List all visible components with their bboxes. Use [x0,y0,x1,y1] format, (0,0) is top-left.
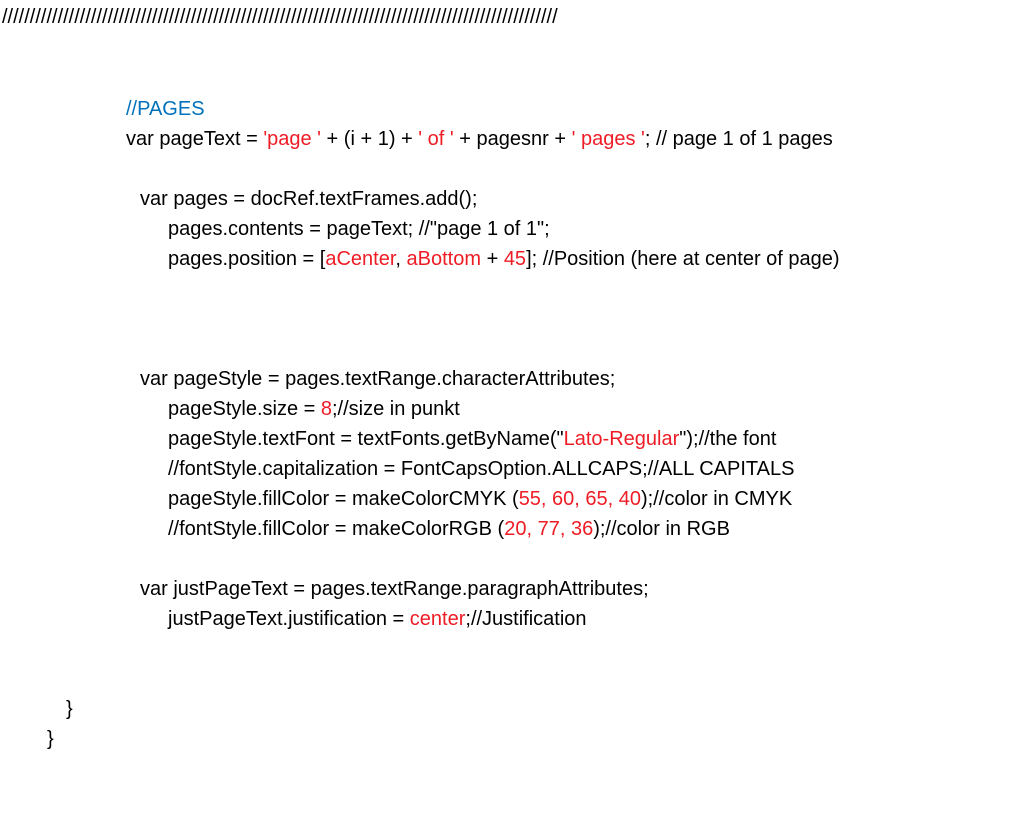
pagestyle-decl: var pageStyle = pages.textRange.characte… [0,364,1024,394]
pages-contents: pages.contents = pageText; //"page 1 of … [0,214,1024,244]
justpagetext-decl: var justPageText = pages.textRange.parag… [0,574,1024,604]
divider-slashes: ////////////////////////////////////////… [0,2,1024,32]
pagestyle-font: pageStyle.textFont = textFonts.getByName… [0,424,1024,454]
pages-decl: var pages = docRef.textFrames.add(); [0,184,1024,214]
comment-pages: //PAGES [0,94,1024,124]
brace-close-outer: } [0,724,1024,754]
code-block: //PAGES var pageText = 'page ' + (i + 1)… [0,32,1024,754]
pages-position: pages.position = [aCenter, aBottom + 45]… [0,244,1024,274]
brace-close-inner: } [0,694,1024,724]
pagetext-decl: var pageText = 'page ' + (i + 1) + ' of … [0,124,1024,154]
pagestyle-fillcmyk: pageStyle.fillColor = makeColorCMYK (55,… [0,484,1024,514]
justpagetext-justification: justPageText.justification = center;//Ju… [0,604,1024,634]
fontstyle-caps: //fontStyle.capitalization = FontCapsOpt… [0,454,1024,484]
fontstyle-fillrgb: //fontStyle.fillColor = makeColorRGB (20… [0,514,1024,544]
pagestyle-size: pageStyle.size = 8;//size in punkt [0,394,1024,424]
